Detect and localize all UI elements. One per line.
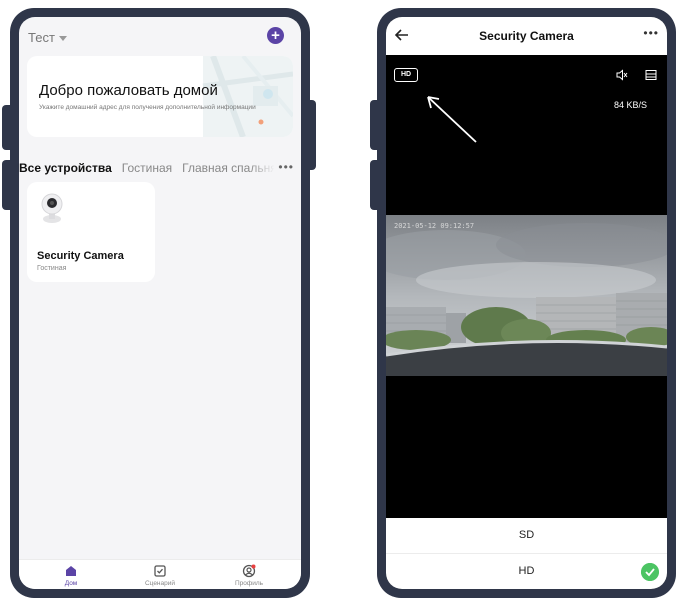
quality-option-sd[interactable]: SD	[386, 518, 667, 554]
video-frame-image	[386, 215, 667, 376]
welcome-card[interactable]: Добро пожаловать домой Укажите домашний …	[27, 56, 293, 137]
checkbox-icon	[154, 565, 166, 577]
annotation-arrow-icon	[427, 96, 477, 143]
nav-scenes-label: Сценарий	[144, 580, 176, 587]
bitrate-readout: 84 KB/S	[613, 100, 647, 110]
tab-all-devices[interactable]: Все устройства	[19, 161, 112, 175]
bottom-navigation: Дом Сценарий Профиль	[19, 559, 301, 589]
left-phone-side-button	[2, 105, 14, 150]
camera-screen: Security Camera ••• HD 84 KB/S 2021-05-1…	[386, 17, 667, 589]
tab-fade	[249, 160, 275, 176]
left-phone-power-button	[304, 100, 316, 170]
nav-home-label: Дом	[64, 580, 78, 587]
right-phone-side-button	[370, 100, 382, 150]
check-icon	[641, 563, 659, 581]
right-phone-frame: Security Camera ••• HD 84 KB/S 2021-05-1…	[377, 8, 676, 598]
left-phone-frame: Тест + Добро пожаловать домой Укажите до…	[10, 8, 310, 598]
device-room: Гостиная	[37, 265, 67, 272]
room-tabs: Все устройства Гостиная Главная спальня …	[19, 160, 301, 176]
nav-profile[interactable]: Профиль	[219, 564, 279, 587]
caret-down-icon	[58, 36, 67, 41]
home-selector[interactable]: Тест	[28, 30, 67, 45]
video-feed[interactable]: 2021-05-12 09:12:57	[386, 215, 667, 376]
nav-home[interactable]: Дом	[41, 564, 101, 587]
home-name: Тест	[28, 30, 55, 45]
quality-option-sd-label: SD	[518, 529, 535, 541]
camera-device-icon	[41, 193, 63, 223]
video-timestamp: 2021-05-12 09:12:57	[394, 222, 475, 230]
nav-profile-label: Профиль	[234, 580, 264, 587]
more-tabs-button[interactable]: •••	[274, 160, 294, 174]
left-phone-side-button	[2, 160, 14, 210]
welcome-subtitle: Укажите домашний адрес для получения доп…	[39, 104, 256, 111]
quality-menu: SD HD	[386, 518, 667, 589]
tab-living-room[interactable]: Гостиная	[122, 161, 172, 175]
quality-option-hd-label: HD	[518, 565, 535, 577]
camera-title: Security Camera	[479, 29, 574, 43]
quality-badge[interactable]: HD	[394, 68, 418, 82]
more-options-button[interactable]: •••	[643, 26, 659, 40]
profile-icon	[242, 564, 256, 578]
welcome-title: Добро пожаловать домой	[39, 82, 218, 99]
camera-topbar: Security Camera •••	[386, 17, 667, 55]
device-card-camera[interactable]: Security Camera Гостиная	[27, 182, 155, 282]
layout-icon[interactable]	[645, 69, 657, 81]
home-icon	[66, 566, 76, 576]
mute-icon[interactable]	[616, 69, 628, 81]
device-name: Security Camera	[37, 250, 124, 262]
add-device-button[interactable]: +	[267, 27, 284, 44]
home-screen: Тест + Добро пожаловать домой Укажите до…	[19, 17, 301, 589]
right-phone-side-button	[370, 160, 382, 210]
nav-scenes[interactable]: Сценарий	[130, 564, 190, 587]
quality-option-hd[interactable]: HD	[386, 554, 667, 589]
